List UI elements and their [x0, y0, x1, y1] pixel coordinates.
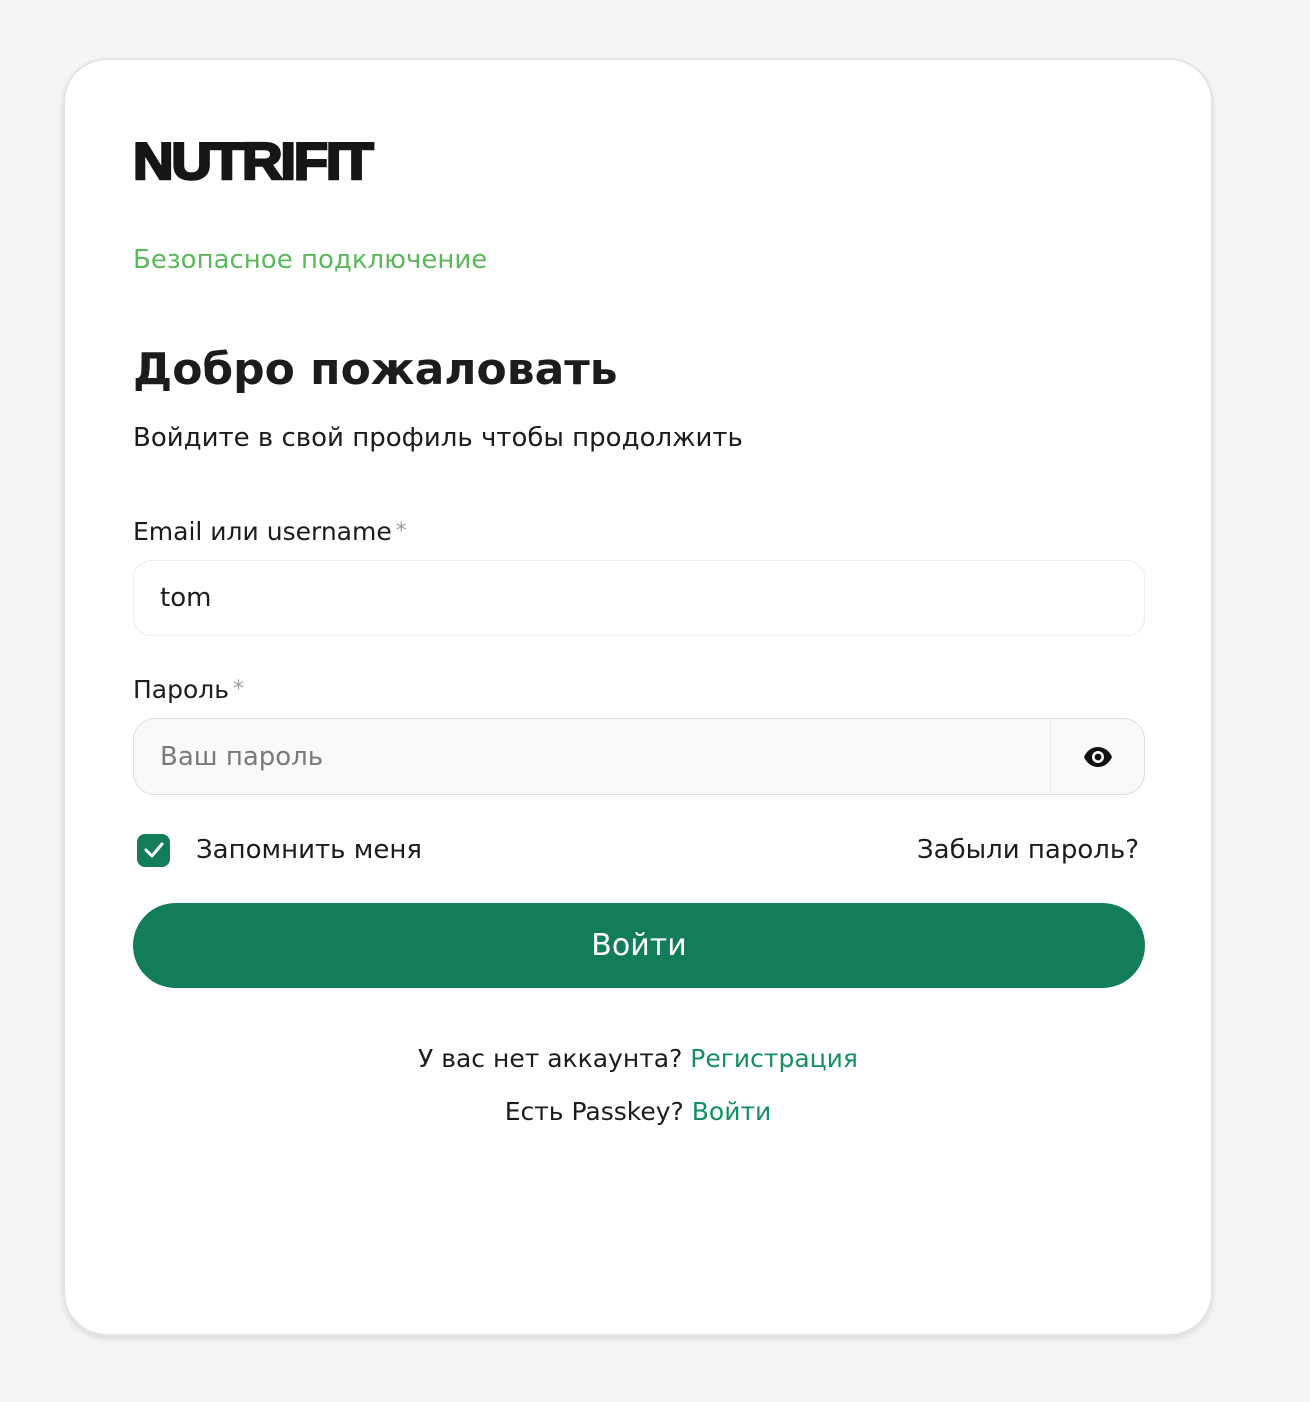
- secure-connection-text: Безопасное подключение: [133, 245, 488, 275]
- no-account-text: У вас нет аккаунта?: [418, 1044, 691, 1073]
- password-input[interactable]: [134, 719, 1050, 794]
- brand-logo: NUTRIFIT: [132, 133, 375, 191]
- remember-me-option[interactable]: Запомнить меня: [137, 832, 422, 868]
- password-label: Пароль *: [133, 673, 244, 707]
- passkey-prompt: Есть Passkey? Войти: [65, 1094, 1211, 1130]
- checkmark-icon: [144, 842, 163, 858]
- toggle-password-visibility-button[interactable]: [1050, 719, 1144, 794]
- forgot-password-link[interactable]: Забыли пароль?: [917, 832, 1139, 868]
- eye-icon: [1083, 746, 1112, 767]
- register-prompt: У вас нет аккаунта? Регистрация: [65, 1041, 1211, 1077]
- password-field: [133, 718, 1145, 795]
- remember-me-label: Запомнить меня: [196, 835, 423, 865]
- login-button[interactable]: Войти: [133, 903, 1145, 988]
- passkey-text: Есть Passkey?: [504, 1097, 692, 1126]
- page-title: Добро пожаловать: [133, 344, 618, 395]
- page-subtitle: Войдите в свой профиль чтобы продолжить: [133, 423, 743, 453]
- email-label-text: Email или username: [133, 517, 392, 546]
- required-mark: *: [233, 677, 244, 702]
- passkey-login-link[interactable]: Войти: [692, 1097, 772, 1126]
- register-link[interactable]: Регистрация: [690, 1044, 858, 1073]
- password-label-text: Пароль: [133, 675, 229, 704]
- remember-me-checkbox[interactable]: [137, 833, 170, 867]
- required-mark: *: [395, 519, 407, 544]
- email-input[interactable]: [133, 560, 1145, 636]
- email-label: Email или username *: [133, 515, 407, 549]
- login-card: NUTRIFIT Безопасное подключение Добро по…: [63, 58, 1213, 1336]
